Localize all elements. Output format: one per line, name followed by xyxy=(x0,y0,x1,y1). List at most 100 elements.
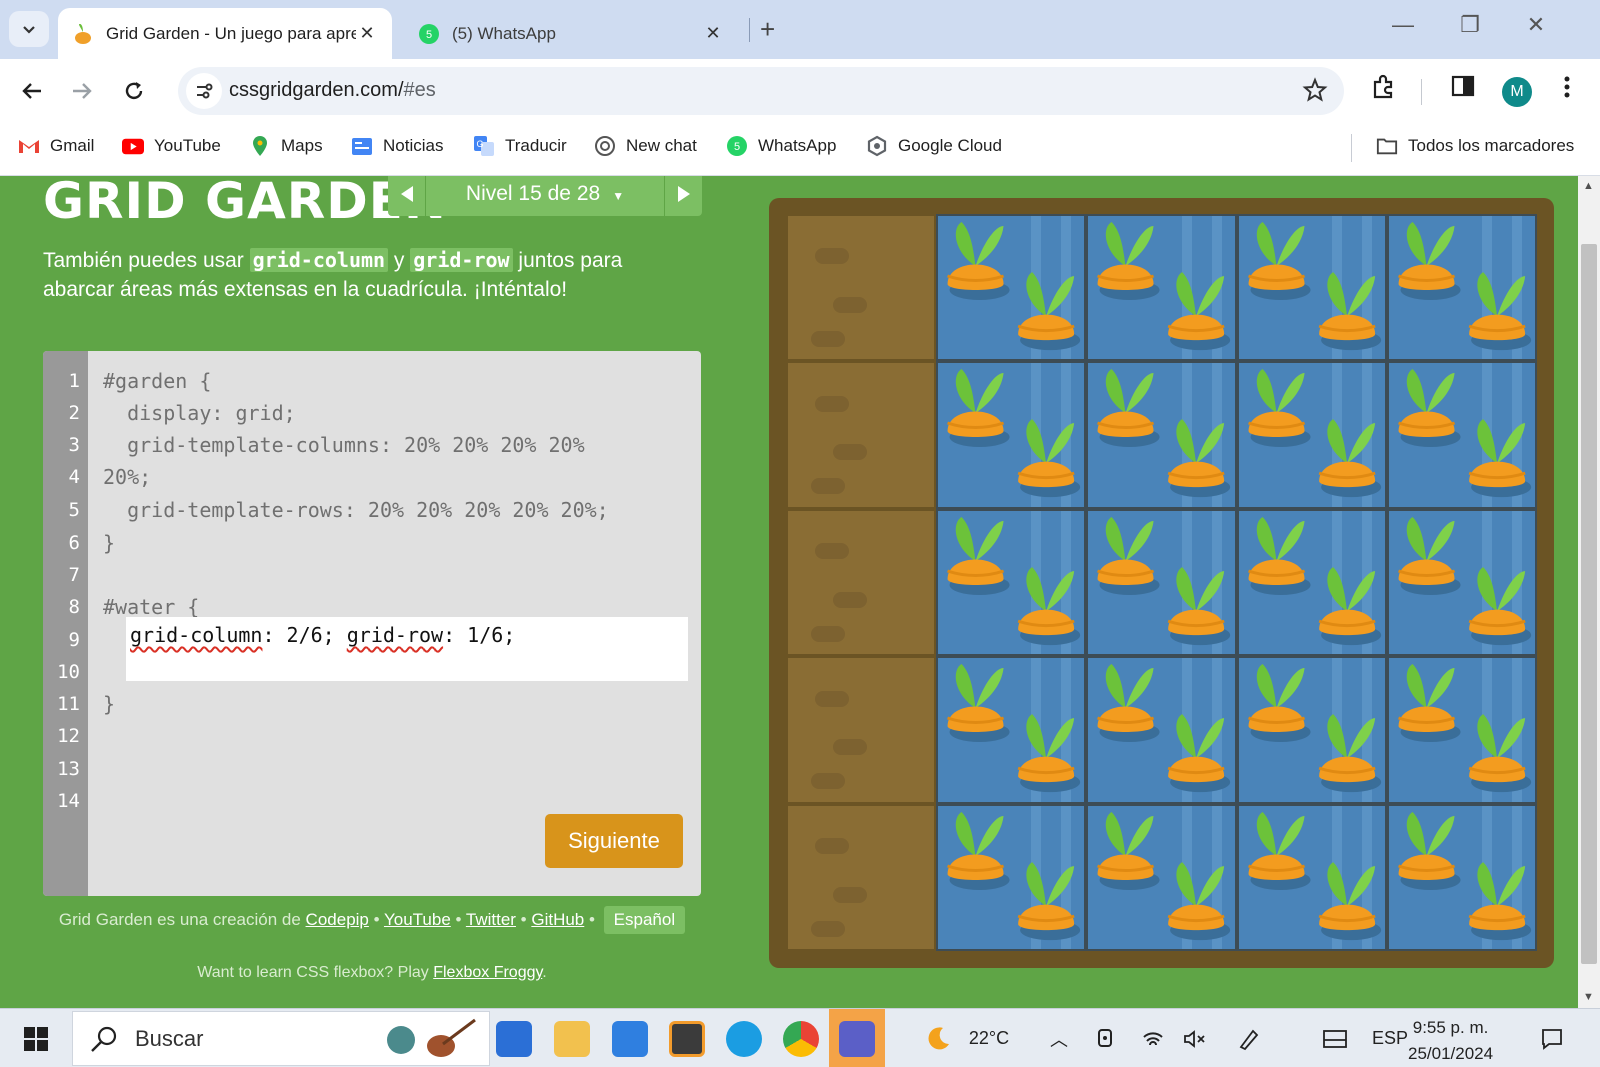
water-cell xyxy=(1386,214,1537,362)
flexbox-promo: Want to learn CSS flexbox? Play Flexbox … xyxy=(43,964,701,982)
weather-temperature[interactable]: 22°C xyxy=(962,1009,1016,1067)
code-line: grid-template-rows: 20% 20% 20% 20% 20%; xyxy=(103,498,609,522)
bookmark-gmail[interactable]: Gmail xyxy=(18,135,94,157)
tab-whatsapp[interactable]: 5 (5) WhatsApp ✕ xyxy=(404,8,738,59)
taskbar-file-explorer[interactable] xyxy=(552,1009,592,1067)
carrot-icon xyxy=(1397,664,1461,743)
taskbar-teams[interactable] xyxy=(829,1009,885,1067)
line-number: 13 xyxy=(57,758,80,780)
forward-button[interactable] xyxy=(64,73,100,109)
carrot-icon xyxy=(1468,419,1531,498)
next-button[interactable]: Siguiente xyxy=(545,814,683,868)
language-button[interactable]: Español xyxy=(603,906,686,934)
pen-icon[interactable] xyxy=(1232,1009,1266,1067)
carrot-pair-icon xyxy=(1397,664,1531,793)
tab-strip: Grid Garden - Un juego para aprender CSS… xyxy=(0,0,1600,59)
url-text[interactable]: cssgridgarden.com/#es xyxy=(229,79,436,102)
page-scrollbar[interactable]: ▲ ▼ xyxy=(1578,176,1600,1008)
page-content: GRID GARDEN Nivel 15 de 28 ▼ También pued… xyxy=(0,176,1578,1008)
soil-cell xyxy=(786,656,937,804)
scroll-up-icon[interactable]: ▲ xyxy=(1583,180,1594,192)
new-tab-button[interactable]: + xyxy=(760,14,775,45)
restore-icon[interactable]: ❐ xyxy=(1450,12,1490,38)
twitter-link[interactable]: Twitter xyxy=(466,910,516,929)
water-cell xyxy=(1236,361,1387,509)
code-line: 20%; xyxy=(103,465,152,489)
all-bookmarks-button[interactable]: Todos los marcadores xyxy=(1376,135,1574,157)
carrot-pair-icon xyxy=(1097,811,1231,940)
folder-icon xyxy=(1376,135,1398,157)
weather-icon[interactable] xyxy=(918,1009,958,1067)
meet-now-icon[interactable] xyxy=(1092,1009,1122,1067)
input-language[interactable]: ESP xyxy=(1370,1009,1410,1067)
bookmark-traducir[interactable]: G Traducir xyxy=(473,135,567,157)
taskbar-store[interactable] xyxy=(494,1009,534,1067)
tab-grid-garden[interactable]: Grid Garden - Un juego para aprender CSS… xyxy=(58,8,392,59)
carrot-pair-icon xyxy=(1097,516,1231,645)
bookmark-label: Google Cloud xyxy=(898,136,1002,155)
notifications-icon[interactable] xyxy=(1535,1009,1569,1067)
system-clock[interactable]: 9:55 p. m. 25/01/2024 xyxy=(1408,1015,1493,1067)
youtube-link[interactable]: YouTube xyxy=(384,910,451,929)
codepip-link[interactable]: Codepip xyxy=(306,910,369,929)
next-level-button[interactable] xyxy=(664,176,702,216)
microsoft-store-icon xyxy=(496,1020,532,1057)
line-number-gutter: 1 2 3 4 5 6 7 8 9 10 11 12 13 14 xyxy=(43,351,88,896)
code-line: } xyxy=(103,531,116,555)
close-icon[interactable]: ✕ xyxy=(702,23,724,44)
carrot-pair-icon xyxy=(947,811,1081,940)
scroll-thumb[interactable] xyxy=(1581,244,1597,964)
github-link[interactable]: GitHub xyxy=(531,910,584,929)
side-panel-icon[interactable] xyxy=(1450,73,1476,104)
bookmark-whatsapp[interactable]: 5 WhatsApp xyxy=(726,135,836,157)
bookmark-noticias[interactable]: Noticias xyxy=(351,135,443,157)
level-selector[interactable]: Nivel 15 de 28 ▼ xyxy=(426,182,664,206)
carrot-icon xyxy=(1468,272,1531,351)
code-grid-column: grid-column xyxy=(249,248,389,272)
minimize-icon[interactable]: — xyxy=(1383,12,1423,38)
scroll-down-icon[interactable]: ▼ xyxy=(1583,991,1594,1003)
previous-level-button[interactable] xyxy=(388,176,426,216)
bookmark-youtube[interactable]: YouTube xyxy=(122,135,221,157)
touch-keyboard-icon[interactable] xyxy=(1318,1009,1352,1067)
taskbar-mail[interactable] xyxy=(610,1009,650,1067)
close-icon[interactable]: ✕ xyxy=(356,23,378,44)
bookmark-maps[interactable]: Maps xyxy=(249,135,323,157)
mail-icon xyxy=(612,1020,648,1057)
bookmark-google-cloud[interactable]: Google Cloud xyxy=(866,135,1002,157)
taskbar-chrome[interactable] xyxy=(781,1009,821,1067)
garden-frame xyxy=(769,198,1554,968)
soil-spot xyxy=(833,297,868,314)
volume-muted-icon[interactable] xyxy=(1180,1009,1210,1067)
carrot-icon xyxy=(1168,714,1231,793)
profile-avatar[interactable]: M xyxy=(1502,77,1532,107)
chevron-up-icon[interactable]: ︿ xyxy=(1044,1009,1074,1067)
soil-spot xyxy=(815,543,850,560)
menu-kebab-icon[interactable] xyxy=(1560,73,1574,106)
taskbar-search[interactable]: Buscar xyxy=(72,1011,490,1066)
reload-icon xyxy=(125,82,143,100)
bookmark-star-icon[interactable] xyxy=(1302,77,1328,108)
window-close-icon[interactable]: ✕ xyxy=(1516,12,1556,38)
extensions-icon[interactable] xyxy=(1370,73,1398,106)
site-settings-icon[interactable] xyxy=(186,73,222,109)
address-bar[interactable]: cssgridgarden.com/#es xyxy=(178,67,1344,115)
toolbar-separator xyxy=(1421,79,1422,105)
reload-button[interactable] xyxy=(116,73,152,109)
back-button[interactable] xyxy=(14,73,50,109)
css-code-input[interactable]: grid-column: 2/6; grid-row: 1/6; xyxy=(126,617,688,681)
taskbar-edge[interactable] xyxy=(724,1009,764,1067)
flexbox-froggy-link[interactable]: Flexbox Froggy xyxy=(433,964,542,981)
bookmark-new-chat[interactable]: New chat xyxy=(594,135,697,157)
garden-grid xyxy=(786,214,1537,951)
start-button[interactable] xyxy=(14,1009,58,1067)
tab-search-button[interactable] xyxy=(9,11,49,47)
credits-text: Grid Garden es una creación de xyxy=(58,910,306,929)
line-number: 9 xyxy=(68,629,80,651)
carrot-pair-icon xyxy=(1247,369,1381,498)
wifi-icon[interactable] xyxy=(1138,1009,1168,1067)
separator: • xyxy=(584,910,600,929)
carrot-icon xyxy=(947,222,1010,301)
taskbar-sublime[interactable] xyxy=(667,1009,707,1067)
line-number: 3 xyxy=(68,434,80,456)
